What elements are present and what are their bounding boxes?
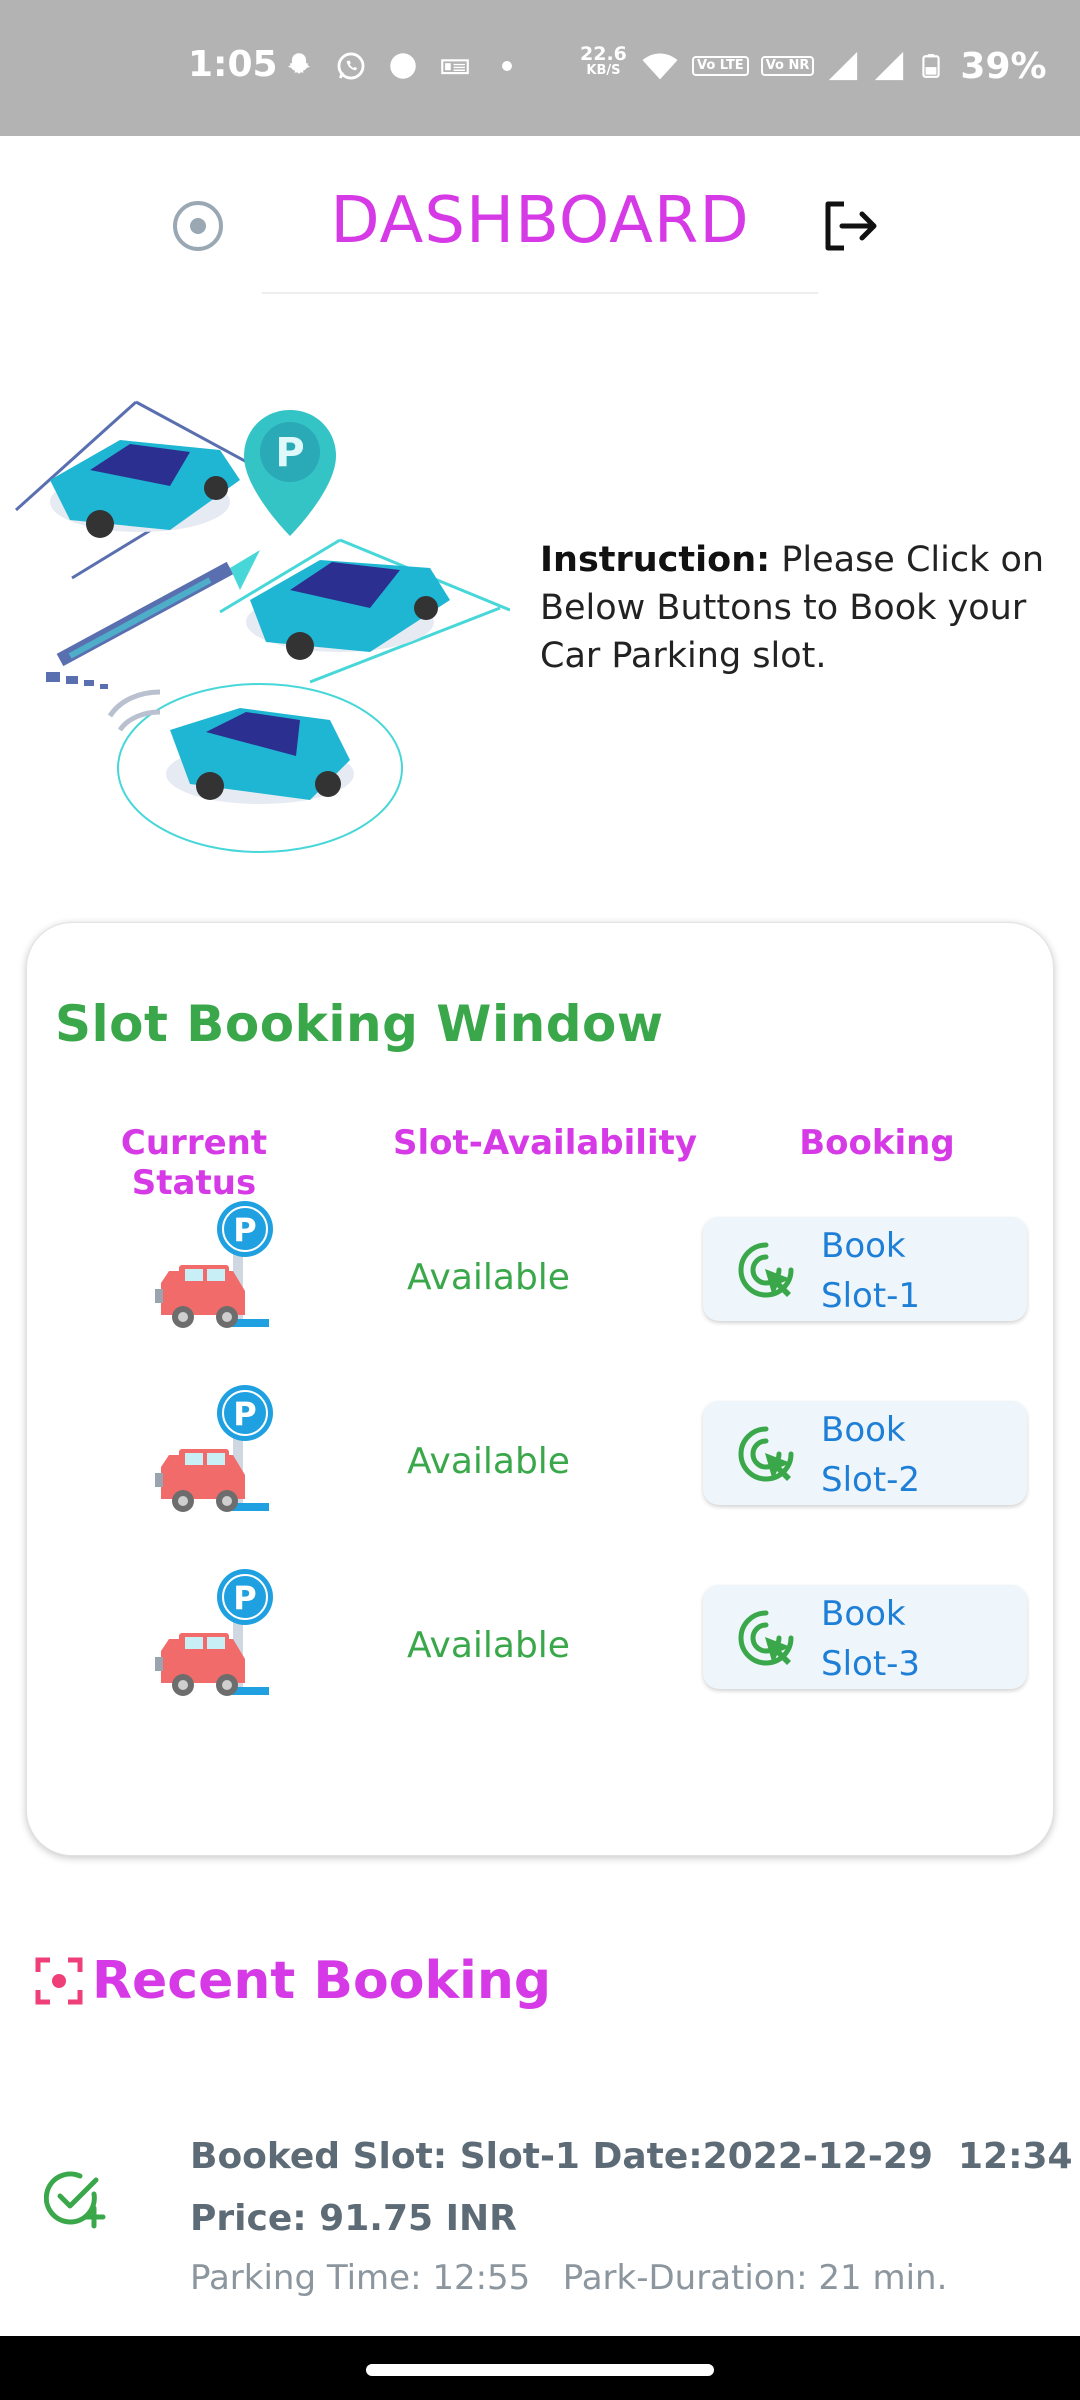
instruction-text: Instruction: Please Click on Below Butto… [540,536,1050,680]
slot-availability: Available [407,1257,570,1298]
book-label-line1: Book [821,1410,906,1450]
app-header: DASHBOARD [0,136,1080,296]
parking-car-icon [154,1384,274,1513]
parking-car-icon [154,1200,274,1329]
sim1-badge: Vo LTE [692,56,749,76]
book-label-line2: Slot-2 [821,1460,921,1500]
dot-icon [502,61,512,71]
circle-app-icon [390,53,416,79]
slot-window-title: Slot Booking Window [55,995,664,1053]
battery-percent: 39% [960,45,1047,87]
svg-text:P: P [275,430,304,476]
cursor-click-icon [737,1425,795,1483]
book-button-label: Book Slot-3 [821,1589,1001,1689]
wifi-icon [642,53,678,80]
news-icon [441,59,469,75]
notification-icons [282,46,524,86]
cursor-click-icon [737,1241,795,1299]
status-bar: 1:05 22.6 KB/S Vo LTE Vo NR 39% [0,0,1080,136]
car-illustration-3 [166,708,354,804]
slot-availability: Available [407,1441,570,1482]
page-title: DASHBOARD [330,184,750,258]
parking-illustration: P [14,400,510,853]
signal-icon [829,51,858,81]
booking-list-item[interactable]: Booked Slot: Slot-1 Date:2022-12-29 12:3… [0,2120,1080,2320]
recent-booking-header: Recent Booking [34,1946,551,2016]
book-label-line1: Book [821,1226,906,1266]
book-label-line1: Book [821,1594,906,1634]
snapchat-icon [287,53,311,74]
booked-slot-line: Booked Slot: Slot-1 Date:2022-12-29 12:3… [190,2136,1073,2177]
speed-value: 22.6 [580,43,627,65]
column-slot-availability: Slot-Availability [392,1123,698,1163]
system-icons: Vo LTE Vo NR 39% [640,44,1047,88]
app-screen: 1:05 22.6 KB/S Vo LTE Vo NR 39% DASHBOAR… [0,0,1080,2400]
check-add-icon [44,2171,106,2229]
cursor-click-icon [737,1609,795,1667]
book-button-label: Book Slot-1 [821,1221,1001,1321]
network-speed: 22.6 KB/S [580,44,627,78]
whatsapp-icon [337,52,365,80]
recent-booking-title: Recent Booking [92,1951,552,2011]
book-slot-3-button[interactable]: Book Slot-3 [703,1585,1027,1689]
book-label-line2: Slot-1 [821,1276,921,1316]
instruction-label: Instruction: [540,540,771,580]
column-current-status: Current Status [120,1123,268,1203]
parking-time-line: Parking Time: 12:55 Park-Duration: 21 mi… [190,2258,948,2298]
book-slot-1-button[interactable]: Book Slot-1 [703,1217,1027,1321]
focus-scan-icon [35,1957,83,2005]
system-nav-bar [0,2336,1080,2400]
signal-icon-2 [875,51,904,81]
book-button-label: Book Slot-2 [821,1405,1001,1505]
home-gesture-pill[interactable] [366,2364,714,2376]
slot-booking-card: Slot Booking Window Current Status Slot-… [26,922,1054,1856]
speed-unit: KB/S [586,63,621,78]
logout-icon[interactable] [820,198,880,254]
status-time: 1:05 [188,44,278,85]
slot-row-3: Available Book Slot-3 [27,1567,1055,1727]
header-divider [262,292,818,294]
slot-availability: Available [407,1625,570,1666]
battery-icon [922,54,941,78]
sim2-badge: Vo NR [760,56,815,76]
book-label-line2: Slot-3 [821,1644,921,1684]
book-slot-2-button[interactable]: Book Slot-2 [703,1401,1027,1505]
price-line: Price: 91.75 INR [190,2198,517,2239]
slot-row-1: Available Book Slot-1 [27,1199,1055,1359]
slot-row-2: Available Book Slot-2 [27,1383,1055,1543]
car-illustration-2 [246,560,450,660]
radio-circle-icon[interactable] [170,198,226,254]
column-booking: Booking [799,1123,955,1163]
parking-car-icon [154,1568,274,1697]
